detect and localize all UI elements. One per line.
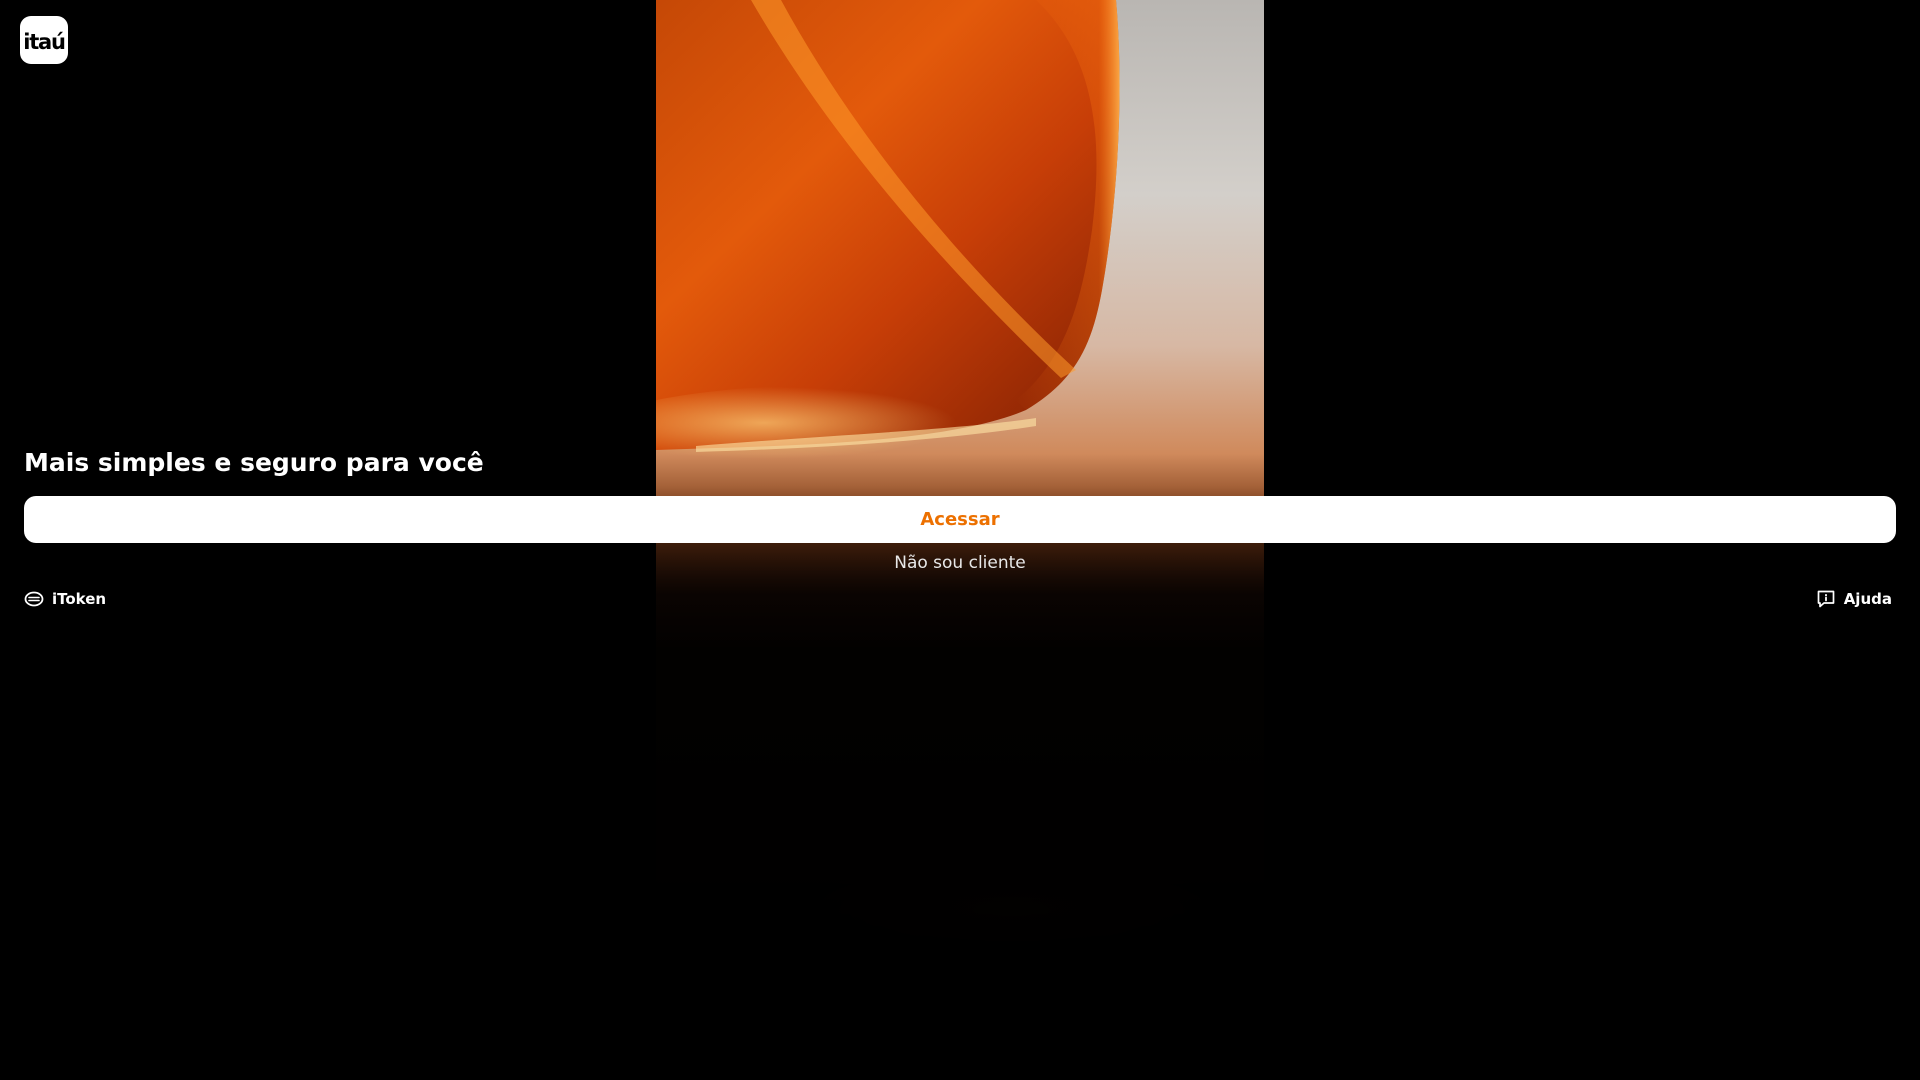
help-label: Ajuda: [1843, 590, 1892, 608]
not-client-link[interactable]: Não sou cliente: [0, 552, 1920, 574]
token-icon: [24, 589, 44, 609]
help-chat-icon: [1816, 589, 1836, 609]
help-link[interactable]: Ajuda: [1816, 588, 1892, 610]
logo-text: itaú: [23, 30, 66, 54]
page-headline: Mais simples e seguro para você: [24, 448, 484, 477]
itoken-link[interactable]: iToken: [24, 588, 106, 610]
itoken-label: iToken: [52, 590, 107, 608]
login-page: itaú Mais simples e seguro para você Ace…: [0, 0, 1920, 1080]
access-button[interactable]: Acessar: [24, 496, 1896, 543]
itau-logo[interactable]: itaú: [20, 16, 68, 64]
